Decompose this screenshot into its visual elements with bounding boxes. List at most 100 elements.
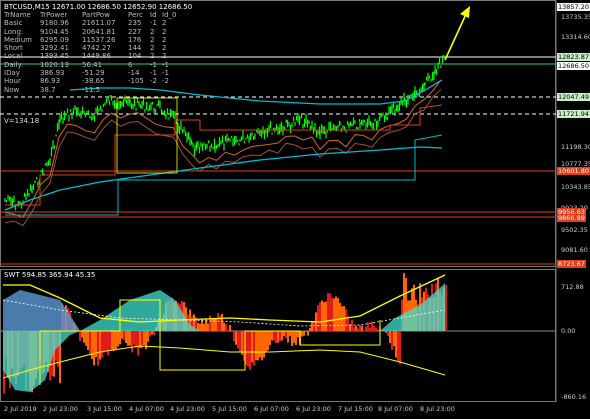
indicator-bar [93, 331, 95, 366]
stats-cell: PartPow [82, 11, 110, 19]
stats-cell: Medium [4, 35, 32, 44]
stats-cell [128, 86, 150, 94]
indicator-bar [307, 331, 309, 336]
indicator-bar [355, 325, 357, 331]
indicator-bar [279, 331, 281, 342]
trading-chart[interactable]: BTCUSD,M15 12671.00 12686.50 12652.90 12… [0, 0, 590, 419]
stats-cell: 3292.41 [40, 44, 69, 53]
price-level-label: 12823.87 [557, 53, 590, 61]
time-tick: 6 Jul 23:00 [296, 405, 331, 413]
indicator-bar [97, 331, 99, 366]
indicator-bar [277, 331, 279, 343]
stats-cell: -1 [162, 69, 169, 78]
stats-row: Long: 9104.45 20641.81 227 2 2 [4, 28, 174, 36]
price-level-label: 12686.50 [557, 62, 590, 70]
indicator-bar [275, 331, 277, 344]
price-level-label: 12047.49 [557, 93, 590, 101]
stats-row: Medium 6295.09 11537.26 176 2 2 [4, 36, 174, 44]
indicator-bar [223, 322, 225, 331]
stats-cell: 386.93 [40, 69, 65, 78]
indicator-bar [133, 331, 135, 345]
stats-cell: 38.7 [40, 85, 56, 94]
stats-cell: -1 [150, 60, 157, 69]
indicator-bar [365, 326, 367, 331]
stats-cell: 104 [128, 52, 142, 61]
indicator-bar [393, 331, 395, 347]
price-tick: 10343.85 [561, 183, 590, 191]
indicator-bar [295, 331, 297, 345]
chart-header: BTCUSD,M15 12671.00 12686.50 12652.90 12… [4, 3, 193, 11]
stats-cell: -2 [162, 77, 169, 86]
indicator-bar [237, 331, 239, 349]
stats-cell: 86.93 [40, 77, 61, 86]
indicator-envelope-lower [2, 345, 446, 379]
trend-arrow-line [444, 11, 468, 61]
indicator-bar [117, 331, 119, 347]
stats-cell: -38.65 [82, 77, 105, 86]
stats-row: IDay 386.93 -51.29 -14 -1 -1 [4, 69, 174, 77]
indicator-bar [383, 331, 385, 332]
indicator-bar [247, 331, 249, 367]
indicator-bar [255, 331, 257, 361]
stats-cell: Basic [4, 19, 23, 28]
stats-cell: -1 [162, 60, 169, 69]
indicator-bar [227, 329, 229, 331]
price-tick: 9081.60 [561, 246, 588, 254]
price-level-label: 11721.94 [557, 110, 590, 118]
stats-cell: 2 [162, 27, 167, 36]
stats-cell: 9180.96 [40, 19, 69, 28]
stats-cell: Perc [128, 11, 143, 19]
indicator-bar [131, 331, 133, 353]
indicator-bar [369, 327, 371, 331]
stats-cell: Short [4, 44, 23, 53]
stats-cell: -11.5 [82, 85, 101, 94]
indicator-bar [127, 331, 129, 346]
time-tick: 3 Jul 15:00 [87, 405, 122, 413]
stats-row: Hour 86.93 -38.65 -105 -2 -2 [4, 77, 174, 85]
indicator-bar [99, 331, 101, 360]
stats-cell: 2 [162, 19, 167, 28]
stats-cell: 2 [162, 52, 167, 61]
indicator-bar [309, 327, 311, 331]
indicator-bar [139, 331, 141, 348]
indicator-bar [211, 318, 213, 331]
indicator-bar [149, 331, 151, 337]
stats-row: Local 1393.45 1449.86 104 2 2 [4, 52, 174, 60]
stats-cell: -1 [150, 19, 157, 28]
indicator-bar [143, 331, 145, 345]
indicator-bar [199, 323, 201, 331]
indicator-bar [241, 331, 243, 355]
band-lower [4, 146, 443, 211]
indicator-bar [319, 302, 321, 331]
stats-table: TrName TrPower PartPow Perc Id Id_0 Basic 9180.… [4, 11, 176, 94]
indicator-bar [101, 331, 103, 358]
stats-cell: 2 [150, 35, 155, 44]
stats-footer: V=134.18 [4, 117, 40, 125]
indicator-bar [381, 331, 383, 332]
indicator-bar [285, 331, 287, 339]
stats-cell [150, 86, 162, 94]
indicator-bar [137, 331, 139, 356]
moving-average-fast [4, 79, 442, 218]
stats-cell: Long: [4, 27, 24, 36]
stats-cell: -14 [128, 69, 140, 78]
indicator-bar [311, 322, 313, 331]
indicator-bar [261, 331, 263, 361]
indicator-bar [265, 331, 267, 353]
indicator-bar [85, 331, 87, 346]
stats-header-row: TrName TrPower PartPow Perc Id Id_0 [4, 11, 176, 19]
indicator-bar [291, 331, 293, 346]
indicator-bar [111, 331, 113, 350]
indicator-bar [107, 331, 109, 356]
time-tick: 8 Jul 07:00 [378, 405, 413, 413]
indicator-bar [121, 331, 123, 339]
indicator-bar [235, 331, 237, 345]
indicator-bar [129, 331, 131, 346]
indicator-bar [257, 331, 259, 361]
stats-cell: -1 [150, 69, 157, 78]
indicator-bar [361, 325, 363, 331]
stats-cell: 56.41 [82, 60, 103, 69]
indicator-bar [259, 331, 261, 358]
trend-arrow-head [460, 6, 470, 18]
stats-cell: 227 [128, 27, 142, 36]
